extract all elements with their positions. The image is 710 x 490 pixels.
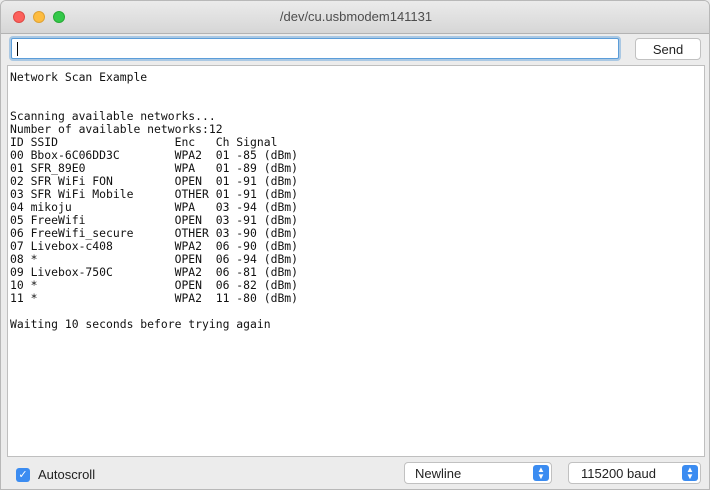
output-line: Network Scan Example (10, 70, 148, 84)
line-ending-value: Newline (415, 466, 462, 481)
output-line: Waiting 10 seconds before trying again (10, 317, 271, 331)
output-line: 11 * WPA2 11 -80 (dBm) (10, 291, 299, 305)
text-caret (17, 42, 18, 56)
status-bar: ✓ Autoscroll Newline ▲ ▼ 115200 baud ▲ ▼ (1, 457, 709, 489)
title-bar: /dev/cu.usbmodem141131 (1, 1, 709, 34)
checkmark-icon: ✓ (18, 468, 28, 481)
serial-input[interactable] (11, 38, 619, 59)
serial-output[interactable]: Network Scan Example Scanning available n… (7, 65, 705, 457)
autoscroll-checkbox[interactable]: ✓ (16, 468, 30, 482)
autoscroll-label: Autoscroll (38, 467, 96, 482)
send-button[interactable]: Send (635, 38, 701, 60)
baud-rate-select[interactable]: 115200 baud ▲ ▼ (568, 462, 701, 484)
serial-monitor-window: /dev/cu.usbmodem141131 Send Network Scan… (0, 0, 710, 490)
baud-rate-value: 115200 baud (581, 466, 656, 481)
select-arrows-icon: ▲ ▼ (682, 465, 698, 481)
window-title: /dev/cu.usbmodem141131 (279, 9, 433, 24)
line-ending-select[interactable]: Newline ▲ ▼ (404, 462, 552, 484)
select-arrows-icon: ▲ ▼ (533, 465, 549, 481)
send-row: Send (1, 33, 709, 65)
